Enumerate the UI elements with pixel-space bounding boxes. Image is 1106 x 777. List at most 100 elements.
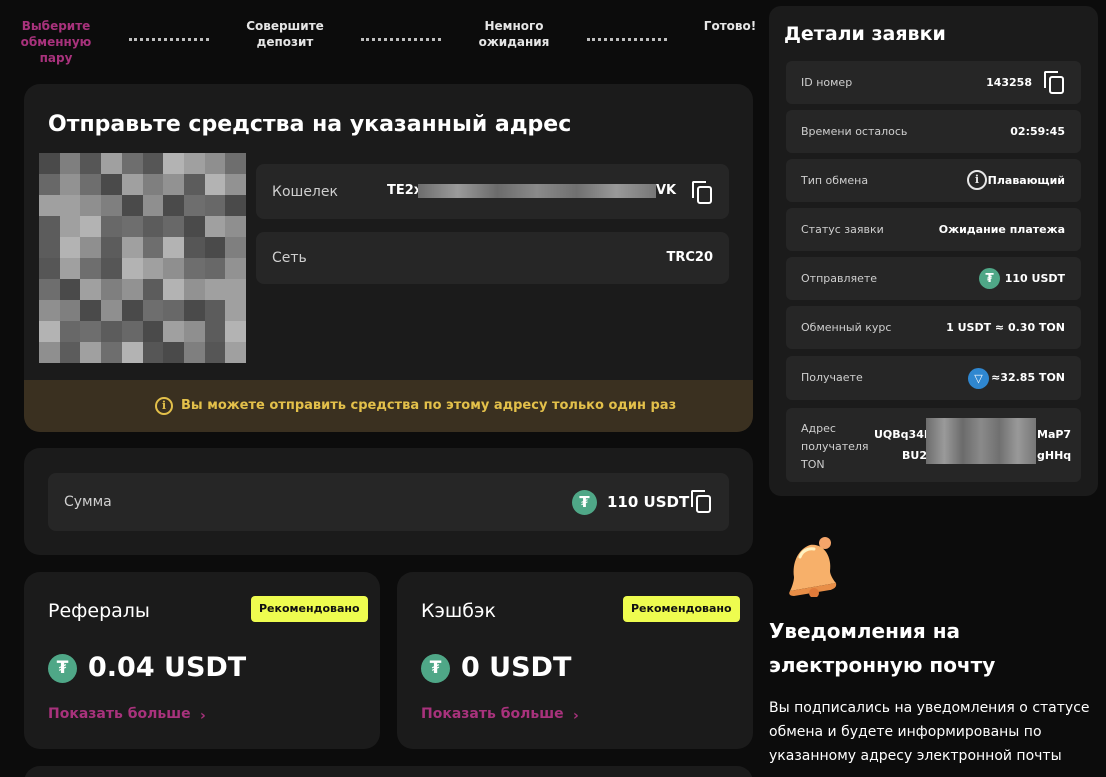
qr-cell — [121, 195, 143, 216]
address-line1-prefix: UQBq34R — [874, 428, 933, 441]
qr-cell — [121, 258, 143, 279]
cashback-amount: 0 USDT — [461, 652, 572, 683]
qr-cell — [101, 342, 122, 363]
qr-cell — [142, 174, 164, 195]
qr-cell — [183, 153, 205, 174]
ton-icon: ▽ — [968, 368, 989, 389]
warning-banner: i Вы можете отправить средства по этому … — [24, 380, 753, 432]
detail-value: Плавающий — [987, 174, 1065, 187]
recommended-badge: Рекомендовано — [251, 596, 368, 622]
referrals-amount: 0.04 USDT — [88, 652, 247, 683]
order-details-panel: Детали заявки ID номер 143258 Времени ос… — [769, 6, 1098, 496]
qr-cell — [59, 279, 81, 300]
qr-cell — [101, 279, 122, 300]
detail-value: 143258 — [986, 76, 1032, 89]
qr-cell — [39, 342, 60, 363]
qr-cell — [225, 279, 246, 300]
send-funds-card: Отправьте средства на указанный адрес Ко… — [24, 84, 753, 432]
qr-cell — [225, 153, 246, 174]
step-choose-pair: Выберите обменную пару — [20, 19, 92, 65]
qr-cell — [204, 279, 226, 300]
bottom-card — [24, 766, 753, 777]
step-divider — [361, 38, 441, 41]
step-divider — [129, 38, 209, 41]
referrals-card: Рефералы Рекомендовано ₮ 0.04 USDT Показ… — [24, 572, 380, 749]
qr-cell — [80, 153, 102, 174]
qr-cell — [39, 174, 60, 195]
qr-cell — [183, 195, 205, 216]
qr-cell — [59, 195, 81, 216]
detail-label: Тип обмена — [801, 174, 869, 187]
qr-cell — [121, 321, 143, 342]
qr-cell — [101, 237, 122, 258]
qr-cell — [225, 237, 246, 258]
cashback-show-more-link[interactable]: Показать больше — [421, 706, 564, 722]
qr-cell — [183, 300, 205, 321]
info-icon: i — [155, 397, 173, 415]
notifications-text: Вы подписались на уведомления о статусе … — [769, 700, 1090, 764]
tether-icon: ₮ — [979, 268, 1000, 289]
step-done: Готово! — [703, 19, 757, 33]
qr-cell — [183, 237, 205, 258]
copy-icon[interactable] — [692, 181, 714, 205]
detail-label: ID номер — [801, 76, 853, 89]
qr-cell — [101, 321, 122, 342]
qr-cell — [80, 174, 102, 195]
qr-cell — [142, 300, 164, 321]
sum-label: Сумма — [64, 494, 112, 510]
cashback-title: Кэшбэк — [421, 600, 496, 622]
detail-value: 1 USDT ≈ 0.30 TON — [946, 321, 1065, 334]
qr-cell — [204, 153, 226, 174]
qr-cell — [142, 237, 164, 258]
qr-cell — [225, 216, 246, 237]
detail-value: Ожидание платежа — [938, 223, 1065, 236]
qr-cell — [204, 237, 226, 258]
step-waiting: Немного ожидания — [478, 19, 550, 49]
copy-icon[interactable] — [691, 490, 713, 514]
qr-cell — [183, 258, 205, 279]
network-label: Сеть — [272, 250, 307, 266]
qr-cell — [225, 174, 246, 195]
qr-cell — [225, 258, 246, 279]
qr-cell — [121, 279, 143, 300]
wallet-address-redacted — [418, 184, 656, 198]
qr-cell — [59, 174, 81, 195]
qr-cell — [204, 258, 226, 279]
qr-cell — [163, 237, 184, 258]
qr-cell — [225, 300, 246, 321]
step-divider — [587, 38, 667, 41]
copy-icon[interactable] — [1044, 71, 1066, 95]
qr-cell — [225, 321, 246, 342]
referrals-show-more-link[interactable]: Показать больше — [48, 706, 191, 722]
detail-row-receive: Получаете ▽ ≈32.85 TON — [786, 356, 1081, 400]
qr-cell — [39, 300, 60, 321]
qr-cell — [39, 195, 60, 216]
qr-cell — [204, 216, 226, 237]
qr-cell — [225, 342, 246, 363]
info-icon[interactable]: i — [967, 170, 987, 190]
chevron-right-icon[interactable]: › — [200, 708, 206, 724]
qr-cell — [142, 216, 164, 237]
network-row: Сеть TRC20 — [256, 232, 729, 284]
detail-label: Получаете — [801, 371, 863, 384]
wallet-label: Кошелек — [272, 184, 338, 200]
qr-cell — [80, 216, 102, 237]
qr-cell — [142, 153, 164, 174]
progress-stepper: Выберите обменную пару Совершите депозит… — [0, 18, 760, 73]
qr-cell — [142, 342, 164, 363]
qr-cell — [163, 216, 184, 237]
qr-cell — [80, 300, 102, 321]
qr-cell — [80, 342, 102, 363]
chevron-right-icon[interactable]: › — [573, 708, 579, 724]
qr-cell — [39, 258, 60, 279]
qr-cell — [163, 342, 184, 363]
detail-label: Времени осталось — [801, 125, 908, 138]
send-title: Отправьте средства на указанный адрес — [48, 112, 572, 137]
qr-cell — [163, 195, 184, 216]
address-line2-prefix: BU2 — [902, 449, 927, 462]
qr-cell — [39, 216, 60, 237]
qr-cell — [183, 321, 205, 342]
qr-cell — [163, 153, 184, 174]
network-value: TRC20 — [666, 250, 713, 265]
qr-cell — [80, 195, 102, 216]
